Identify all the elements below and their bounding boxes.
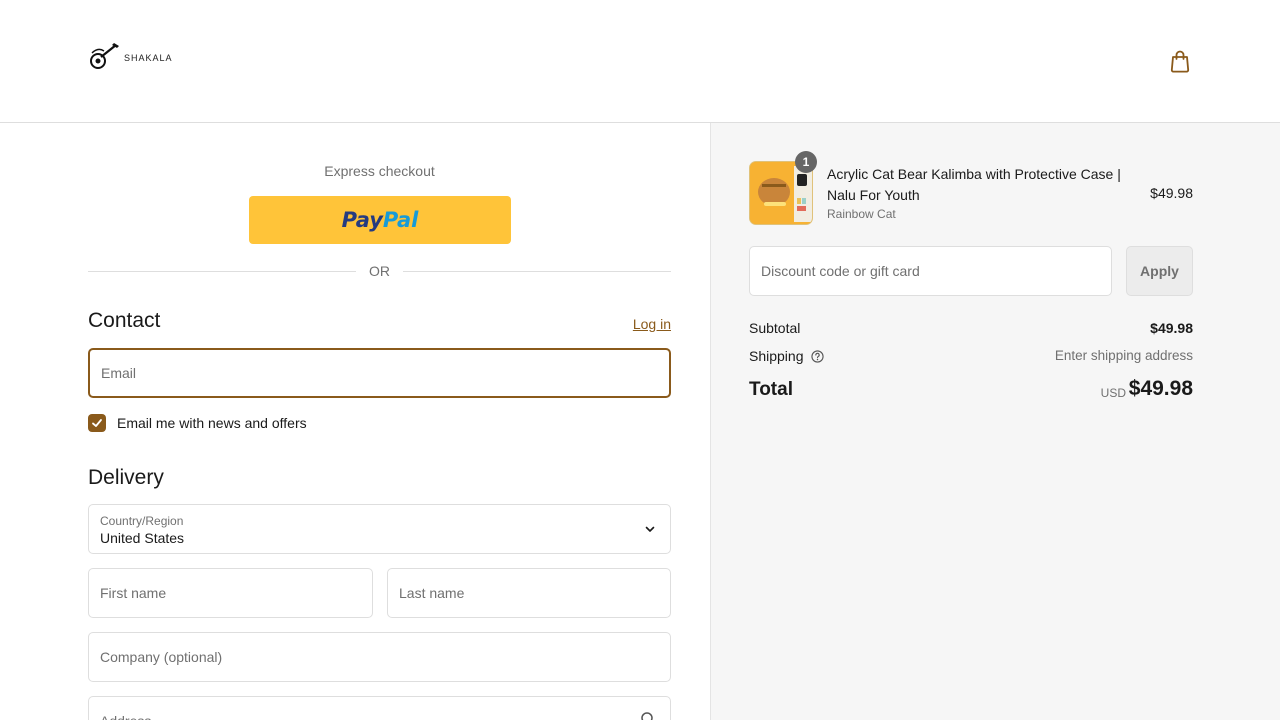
header: SHAKALA (0, 0, 1280, 123)
total-amount: $49.98 (1128, 377, 1193, 400)
paypal-button[interactable]: PayPal (249, 196, 511, 244)
last-name-field[interactable] (387, 568, 671, 618)
shopping-bag-icon[interactable] (1168, 48, 1192, 74)
shipping-value: Enter shipping address (1054, 348, 1193, 363)
subtotal-value: $49.98 (1150, 320, 1193, 336)
company-field[interactable] (88, 632, 671, 682)
product-variant: Rainbow Cat (827, 207, 896, 221)
company-input[interactable] (89, 633, 670, 681)
address-field[interactable] (88, 696, 671, 720)
search-icon (641, 712, 653, 720)
help-circle-icon[interactable] (811, 350, 825, 363)
email-input[interactable] (90, 350, 669, 396)
first-name-input[interactable] (89, 569, 372, 617)
subtotal-label: Subtotal (749, 320, 801, 336)
shipping-label: Shipping (749, 348, 804, 364)
newsletter-checkbox[interactable] (88, 414, 106, 432)
login-link[interactable]: Log in (610, 316, 671, 332)
order-summary: 1 Acrylic Cat Bear Kalimba with Protecti… (710, 123, 1280, 720)
product-price: $49.98 (1150, 185, 1193, 201)
logo-guitar-icon (90, 43, 119, 69)
total-label: Total (749, 379, 793, 400)
last-name-input[interactable] (388, 569, 670, 617)
email-field[interactable] (88, 348, 671, 398)
paypal-logo: PayPal (341, 208, 419, 232)
contact-title: Contact (88, 309, 161, 332)
discount-input[interactable] (750, 247, 1111, 295)
express-checkout-title: Express checkout (324, 163, 435, 179)
chevron-down-icon (645, 526, 655, 532)
country-label: Country/Region (100, 514, 184, 528)
total-currency: USD (1100, 386, 1126, 400)
country-value: United States (100, 530, 185, 546)
first-name-field[interactable] (88, 568, 373, 618)
checkmark-icon (92, 419, 102, 427)
product-title: Acrylic Cat Bear Kalimba with Protective… (827, 166, 1121, 203)
address-input[interactable] (89, 697, 670, 720)
delivery-title: Delivery (88, 466, 164, 489)
quantity-badge: 1 (795, 151, 817, 173)
discount-field[interactable] (749, 246, 1112, 296)
subtotal-row: Subtotal $49.98 (749, 320, 1193, 336)
or-divider: OR (88, 261, 671, 281)
total-row: Total USD $49.98 (749, 377, 1193, 407)
store-logo[interactable]: SHAKALA (88, 36, 178, 76)
apply-button[interactable]: Apply (1126, 246, 1193, 296)
newsletter-label: Email me with news and offers (117, 415, 307, 431)
checkout-form: Express checkout PayPal OR Contact Log i… (0, 123, 710, 720)
country-select[interactable]: Country/Region United States (88, 504, 671, 554)
logo-text: SHAKALA (124, 53, 173, 63)
shipping-row: Shipping Enter shipping address (749, 348, 1193, 364)
newsletter-option[interactable]: Email me with news and offers (88, 413, 307, 433)
